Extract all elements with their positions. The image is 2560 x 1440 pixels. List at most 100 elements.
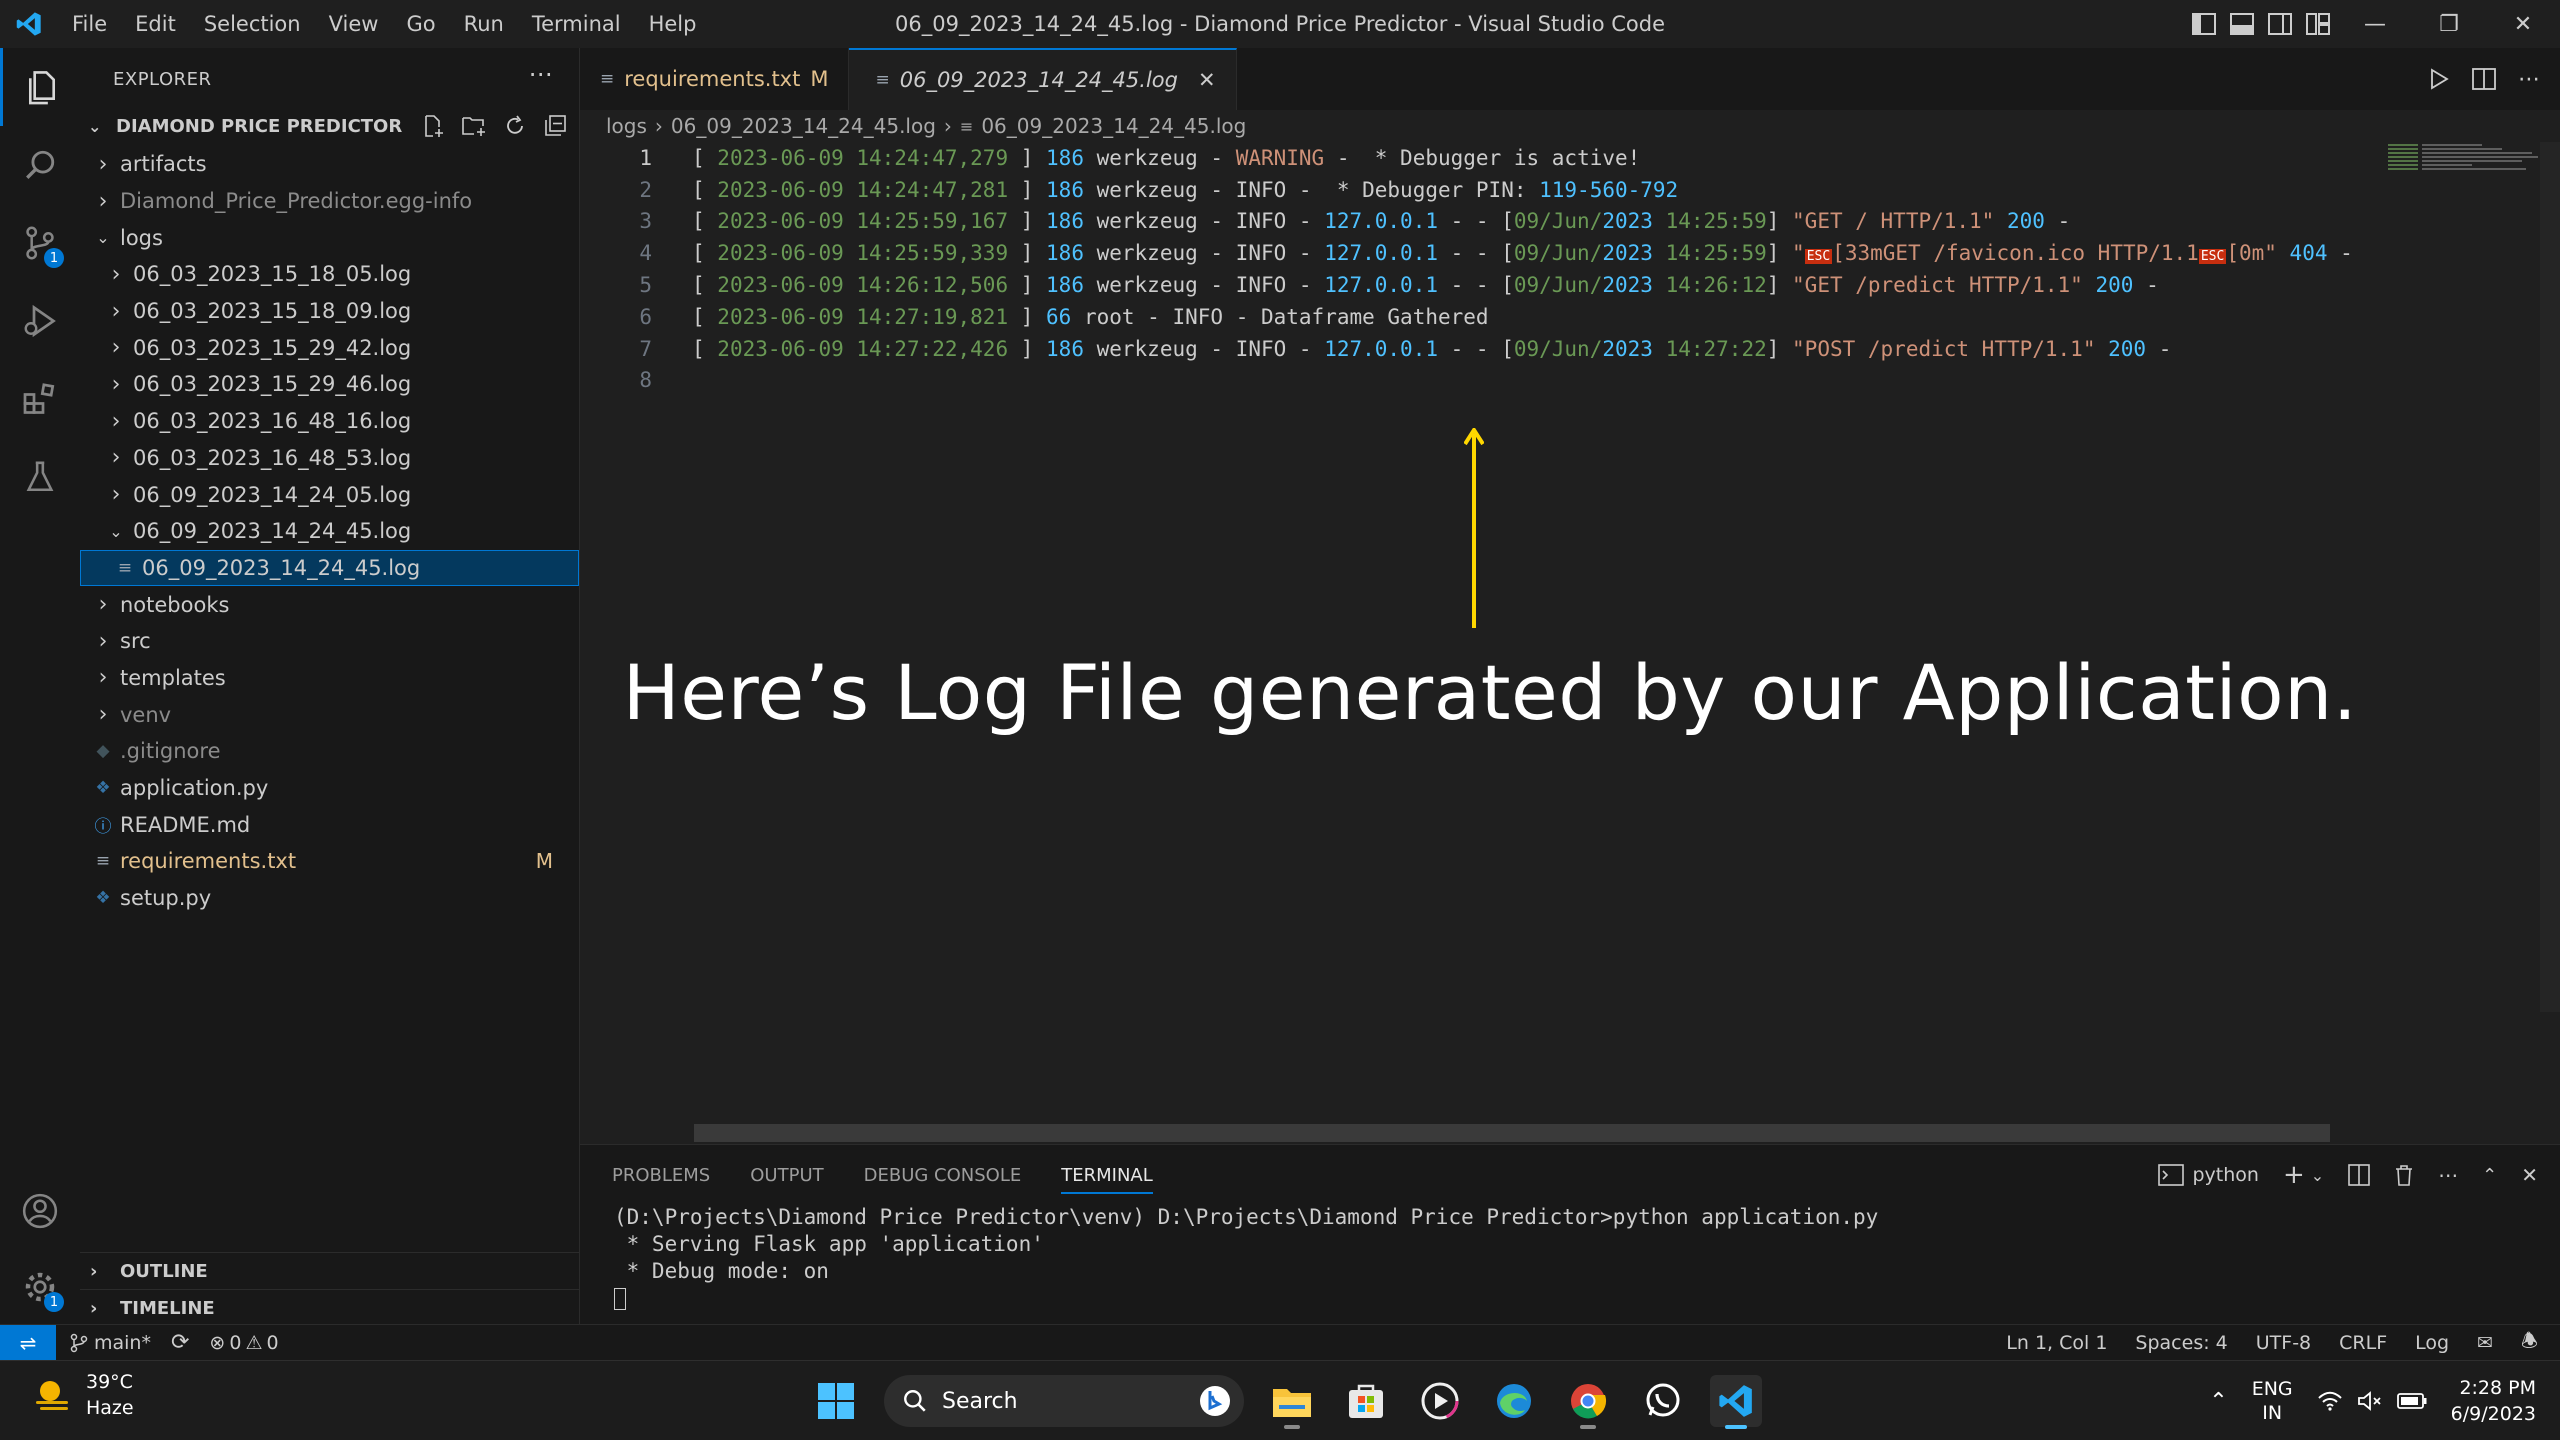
tree-file[interactable]: ❖ application.py [80, 770, 579, 807]
tree-folder[interactable]: ⌄ logs [80, 219, 579, 256]
tab-requirements[interactable]: ≡ requirements.txt M [580, 48, 850, 110]
menu-run[interactable]: Run [450, 0, 518, 48]
tab-debug-console[interactable]: DEBUG CONSOLE [864, 1165, 1022, 1186]
tree-folder[interactable]: › 06_03_2023_15_18_05.log [80, 256, 579, 293]
tree-folder[interactable]: ⌄ 06_09_2023_14_24_45.log [80, 513, 579, 550]
tree-folder[interactable]: › notebooks [80, 586, 579, 623]
run-debug-icon[interactable] [0, 282, 80, 360]
more-actions-icon[interactable]: ⋯ [2438, 1163, 2458, 1187]
taskbar-search[interactable]: Search [884, 1375, 1244, 1427]
sync-icon[interactable]: ⟳ [171, 1330, 189, 1355]
accounts-icon[interactable] [0, 1172, 80, 1250]
breadcrumb-item[interactable]: logs [606, 114, 647, 138]
testing-icon[interactable] [0, 438, 80, 516]
tree-file[interactable]: ≡ requirements.txt M [80, 843, 579, 880]
tree-folder[interactable]: › 06_03_2023_15_29_42.log [80, 329, 579, 366]
timeline-section[interactable]: › TIMELINE [80, 1289, 580, 1326]
tab-close-icon[interactable]: ✕ [1198, 68, 1216, 92]
tab-log-file[interactable]: ≡ 06_09_2023_14_24_45.log ✕ [849, 48, 1237, 110]
split-editor-icon[interactable] [2472, 68, 2496, 90]
trash-icon[interactable] [2394, 1164, 2414, 1186]
quick-settings[interactable] [2317, 1390, 2427, 1412]
menu-edit[interactable]: Edit [121, 0, 190, 48]
chrome-browser-icon[interactable] [1562, 1375, 1614, 1429]
explorer-icon[interactable] [0, 48, 80, 126]
close-panel-icon[interactable]: ✕ [2521, 1163, 2538, 1187]
terminal-output[interactable]: (D:\Projects\Diamond Price Predictor\ven… [580, 1205, 2560, 1313]
tree-folder[interactable]: › 06_09_2023_14_24_05.log [80, 476, 579, 513]
microsoft-store-icon[interactable] [1340, 1375, 1392, 1427]
file-explorer-icon[interactable] [1266, 1375, 1318, 1429]
breadcrumb-item[interactable]: 06_09_2023_14_24_45.log [671, 114, 936, 138]
terminal-selector[interactable]: python [2158, 1164, 2259, 1186]
toggle-primary-sidebar-icon[interactable] [2192, 13, 2216, 35]
menu-terminal[interactable]: Terminal [518, 0, 635, 48]
toggle-panel-icon[interactable] [2230, 13, 2254, 35]
menu-view[interactable]: View [315, 0, 393, 48]
weather-widget[interactable]: 39°C Haze [30, 1369, 134, 1421]
tree-file[interactable]: ⓘ README.md [80, 806, 579, 843]
outline-section[interactable]: › OUTLINE [80, 1252, 580, 1289]
maximize-panel-icon[interactable]: ⌃ [2482, 1165, 2497, 1186]
tab-problems[interactable]: PROBLEMS [612, 1165, 710, 1186]
code-view[interactable]: 1[ 2023-06-09 14:24:47,279 ] 186 werkzeu… [580, 142, 2380, 396]
horizontal-scrollbar[interactable] [694, 1124, 2330, 1142]
source-control-icon[interactable]: 1 [0, 204, 80, 282]
menu-file[interactable]: File [58, 0, 121, 48]
chevron-down-icon[interactable]: ⌄ [2311, 1166, 2324, 1185]
collapse-all-icon[interactable] [543, 114, 567, 138]
branch-indicator[interactable]: main* [70, 1332, 151, 1354]
tab-output[interactable]: OUTPUT [750, 1165, 823, 1186]
clock[interactable]: 2:28 PM 6/9/2023 [2451, 1375, 2536, 1427]
line-ending[interactable]: CRLF [2339, 1332, 2387, 1354]
tree-folder[interactable]: › artifacts [80, 146, 579, 183]
tree-file[interactable]: ❖ setup.py [80, 880, 579, 917]
whatsapp-icon[interactable] [1636, 1375, 1688, 1427]
more-actions-icon[interactable]: ⋯ [529, 60, 554, 88]
language-mode[interactable]: Log [2415, 1332, 2449, 1354]
more-actions-icon[interactable]: ⋯ [2518, 67, 2540, 92]
search-icon[interactable] [0, 126, 80, 204]
close-icon[interactable]: ✕ [2486, 0, 2560, 48]
new-terminal-icon[interactable]: + [2283, 1160, 2305, 1190]
extensions-icon[interactable] [0, 360, 80, 438]
menu-help[interactable]: Help [635, 0, 711, 48]
new-folder-icon[interactable] [461, 114, 487, 138]
tree-folder[interactable]: › 06_03_2023_16_48_16.log [80, 403, 579, 440]
cursor-position[interactable]: Ln 1, Col 1 [2006, 1332, 2107, 1354]
workspace-root[interactable]: ⌄ DIAMOND PRICE PREDICTOR [80, 110, 579, 142]
customize-layout-icon[interactable] [2306, 13, 2330, 35]
menu-go[interactable]: Go [392, 0, 449, 48]
run-icon[interactable] [2428, 67, 2450, 91]
settings-gear-icon[interactable]: 1 [0, 1248, 80, 1326]
tree-folder[interactable]: › 06_03_2023_16_48_53.log [80, 440, 579, 477]
tab-terminal[interactable]: TERMINAL [1061, 1165, 1153, 1194]
minimize-icon[interactable]: — [2338, 0, 2412, 48]
tree-file[interactable]: ◆ .gitignore [80, 733, 579, 770]
notifications-bell-icon[interactable]: 🕭 [2521, 1327, 2538, 1359]
indentation[interactable]: Spaces: 4 [2135, 1332, 2227, 1354]
tree-file[interactable]: ≡ 06_09_2023_14_24_45.log [80, 549, 579, 587]
vscode-taskbar-icon[interactable] [1710, 1375, 1762, 1429]
toggle-secondary-sidebar-icon[interactable] [2268, 13, 2292, 35]
breadcrumb-item[interactable]: 06_09_2023_14_24_45.log [981, 114, 1246, 138]
split-terminal-icon[interactable] [2348, 1164, 2370, 1186]
tree-folder[interactable]: › 06_03_2023_15_29_46.log [80, 366, 579, 403]
media-player-icon[interactable] [1414, 1375, 1466, 1427]
vertical-scrollbar[interactable] [2540, 142, 2560, 1012]
start-windows-icon[interactable] [810, 1375, 862, 1427]
feedback-icon[interactable]: ✉ [2477, 1332, 2493, 1354]
minimap[interactable] [2388, 142, 2538, 172]
new-file-icon[interactable] [421, 114, 445, 138]
vscode-logo-icon[interactable] [0, 0, 58, 48]
input-language[interactable]: ENG IN [2252, 1377, 2293, 1425]
problems-indicator[interactable]: ⊗ 0 ⚠ 0 [209, 1332, 278, 1354]
refresh-icon[interactable] [503, 114, 527, 138]
remote-indicator-icon[interactable]: ⇌ [0, 1324, 56, 1361]
encoding[interactable]: UTF-8 [2256, 1332, 2311, 1354]
restore-icon[interactable]: ❐ [2412, 0, 2486, 48]
tree-folder[interactable]: › 06_03_2023_15_18_09.log [80, 293, 579, 330]
edge-browser-icon[interactable] [1488, 1375, 1540, 1427]
tree-folder[interactable]: › Diamond_Price_Predictor.egg-info [80, 183, 579, 220]
menu-selection[interactable]: Selection [190, 0, 315, 48]
